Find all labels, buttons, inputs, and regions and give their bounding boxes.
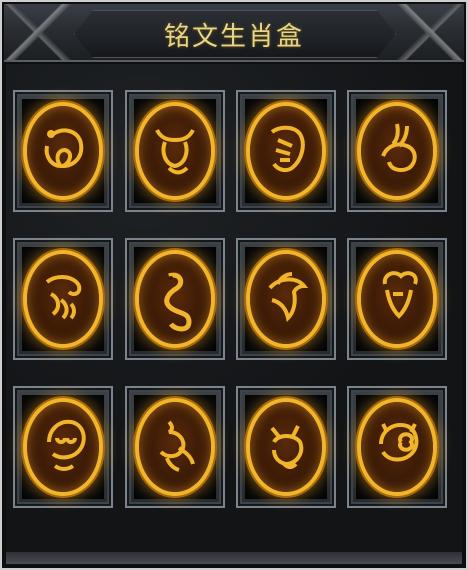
- slot-well: [356, 99, 438, 203]
- zodiac-slot-pig[interactable]: [347, 386, 447, 508]
- slot-well: [134, 99, 216, 203]
- zodiac-slot-dragon[interactable]: [13, 238, 113, 360]
- slot-well: [356, 395, 438, 499]
- slot-well: [245, 247, 327, 351]
- zodiac-slot-rooster[interactable]: [125, 386, 225, 508]
- zodiac-slot-dog[interactable]: [236, 386, 336, 508]
- zodiac-slot-rat[interactable]: [13, 90, 113, 212]
- rooster-icon[interactable]: [139, 402, 211, 492]
- pig-icon[interactable]: [361, 402, 433, 492]
- dog-icon[interactable]: [250, 402, 322, 492]
- dragon-icon[interactable]: [27, 254, 99, 344]
- corner-ornament-left: [4, 4, 74, 60]
- zodiac-slot-horse[interactable]: [236, 238, 336, 360]
- corner-ornament-right: [394, 4, 464, 60]
- slot-well: [22, 247, 104, 351]
- zodiac-box-window: 铭文生肖盒: [0, 0, 468, 570]
- zodiac-slot-ox[interactable]: [125, 90, 225, 212]
- snake-icon[interactable]: [139, 254, 211, 344]
- slot-well: [245, 395, 327, 499]
- horse-icon[interactable]: [250, 254, 322, 344]
- monkey-icon[interactable]: [27, 402, 99, 492]
- zodiac-slot-tiger[interactable]: [236, 90, 336, 212]
- rabbit-icon[interactable]: [361, 106, 433, 196]
- zodiac-slot-goat[interactable]: [347, 238, 447, 360]
- ox-icon[interactable]: [139, 106, 211, 196]
- zodiac-slot-snake[interactable]: [125, 238, 225, 360]
- slot-well: [245, 99, 327, 203]
- goat-icon[interactable]: [361, 254, 433, 344]
- slot-well: [134, 247, 216, 351]
- zodiac-grid: [6, 64, 462, 564]
- slot-well: [134, 395, 216, 499]
- slot-well: [22, 395, 104, 499]
- zodiac-slot-rabbit[interactable]: [347, 90, 447, 212]
- slot-well: [22, 99, 104, 203]
- slot-well: [356, 247, 438, 351]
- rat-icon[interactable]: [27, 106, 99, 196]
- zodiac-slot-monkey[interactable]: [13, 386, 113, 508]
- tiger-icon[interactable]: [250, 106, 322, 196]
